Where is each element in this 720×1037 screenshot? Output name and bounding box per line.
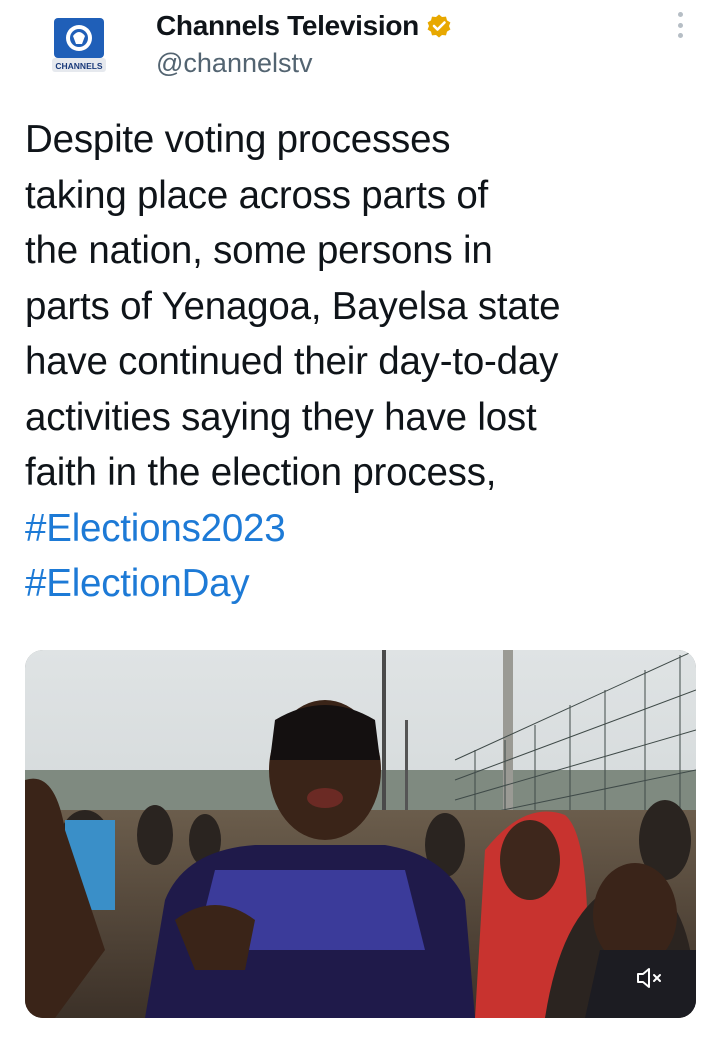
more-options-icon[interactable] (670, 10, 690, 40)
verified-badge-icon (426, 13, 452, 39)
tweet-text-line: parts of Yenagoa, Bayelsa state (25, 284, 561, 328)
avatar[interactable]: CHANNELS (48, 14, 110, 76)
tweet-text-line: faith in the election process, (25, 451, 497, 494)
hashtag-link[interactable]: #ElectionDay (25, 556, 695, 612)
mute-toggle-icon[interactable] (636, 966, 666, 990)
tweet-text-line: activities saying they have lost (25, 395, 537, 439)
hashtag-link[interactable]: #Elections2023 (25, 501, 695, 557)
tweet-text-line: Despite voting processes (25, 118, 451, 161)
account-name-row[interactable]: Channels Television (156, 10, 452, 42)
channels-logo: CHANNELS (50, 16, 108, 74)
tweet-text: Despite voting processes taking place ac… (25, 112, 695, 612)
display-name[interactable]: Channels Television (156, 10, 419, 42)
tweet-text-line: taking place across parts of (25, 173, 489, 217)
video-frame (25, 650, 696, 1018)
tweet-text-line: the nation, some persons in (25, 229, 493, 272)
account-handle[interactable]: @channelstv (156, 48, 313, 79)
video-player[interactable] (25, 650, 696, 1018)
tweet-text-line: have continued their day-to-day (25, 340, 559, 383)
avatar-label: CHANNELS (55, 61, 103, 71)
